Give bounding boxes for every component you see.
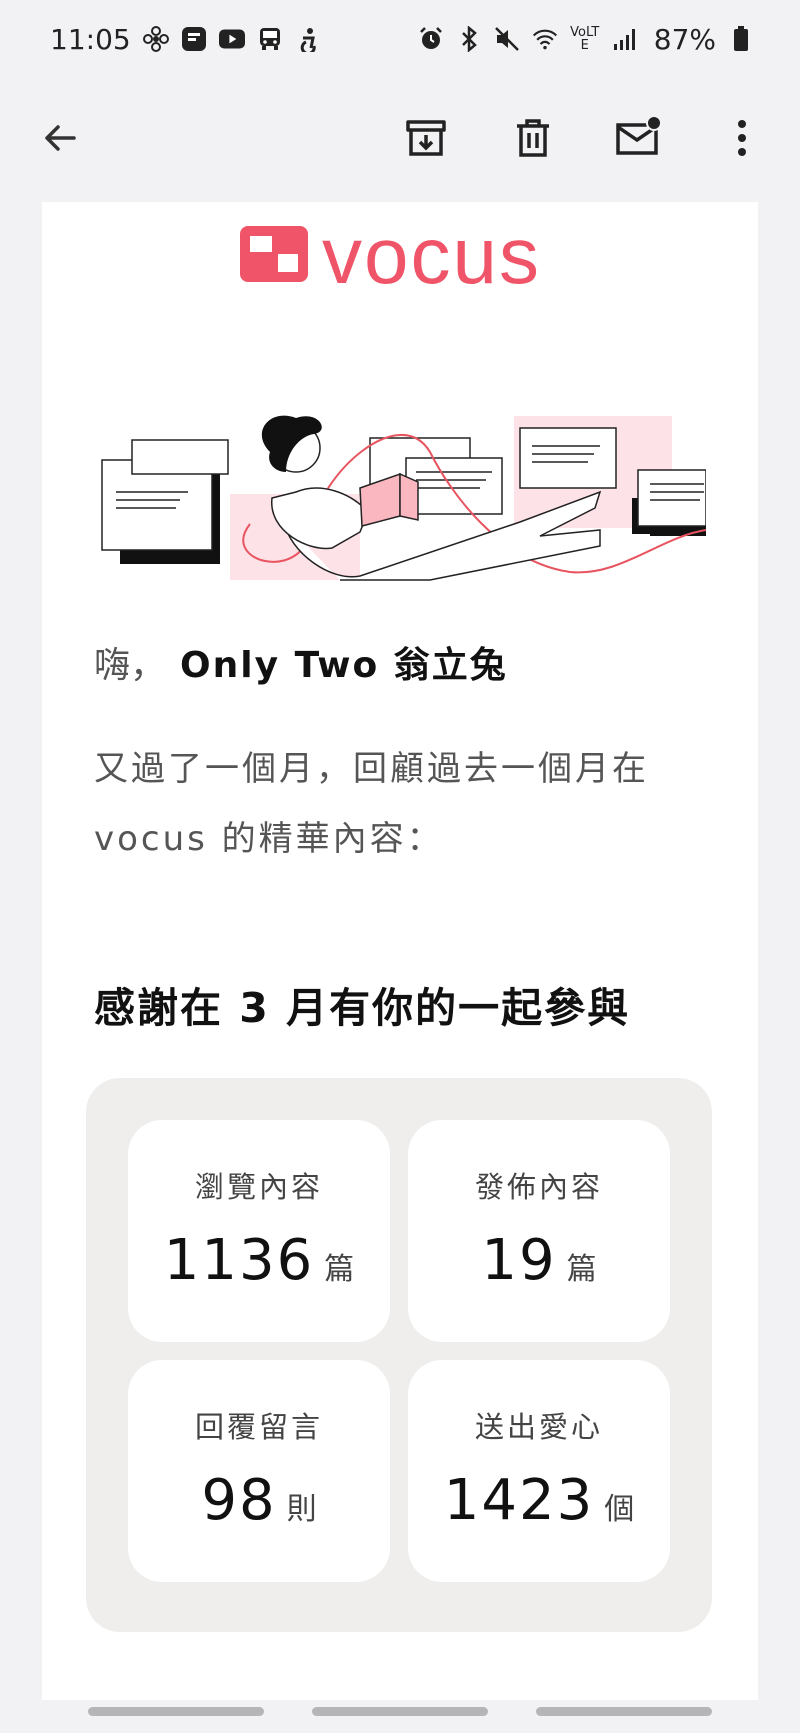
stat-unit: 篇 [324,1252,355,1287]
more-options-button[interactable] [710,108,774,172]
status-left: 11:05 [50,23,321,56]
stat-label: 回覆留言 [194,1410,323,1444]
delete-button[interactable] [501,108,565,172]
stat-card-views: 瀏覽內容 1136 篇 [128,1120,390,1342]
fan-icon [142,26,169,52]
stat-value: 1136 [163,1228,315,1293]
nav-recents-hint[interactable] [88,1707,264,1716]
stats-panel: 瀏覽內容 1136 篇 發佈內容 19 篇 回覆留言 98 則 送出愛心 1423 個 [86,1078,712,1632]
status-right: VoLTE 87% [418,23,754,56]
stat-label: 發佈內容 [474,1170,603,1204]
section-title: 感謝在 3 月有你的一起參與 [94,984,631,1032]
vocus-logo: vocus [240,216,541,296]
mark-unread-button[interactable] [607,108,671,172]
archive-icon [404,116,448,164]
greeting-prefix: 嗨， [94,645,167,686]
signal-icon [612,26,638,52]
vocus-logo-icon [240,226,308,286]
stat-value-row: 98 則 [128,1468,390,1533]
stat-value: 1423 [443,1468,595,1533]
more-vert-icon [736,118,748,162]
mark-unread-icon [615,115,663,164]
greeting: 嗨， Only Two 翁立兔 [94,636,508,688]
stat-value: 98 [201,1468,277,1533]
bluetooth-icon [456,26,482,52]
bus-icon [257,26,283,52]
stat-card-likes: 送出愛心 1423 個 [408,1360,670,1582]
archive-button[interactable] [394,108,458,172]
back-arrow-icon [40,118,80,162]
news-app-icon [181,26,207,52]
navigation-hint-bar [0,1707,800,1719]
accessibility-icon [295,26,321,52]
stat-unit: 個 [604,1492,635,1527]
nav-back-hint[interactable] [536,1707,712,1716]
stat-value-row: 1136 篇 [128,1228,390,1293]
wifi-icon [532,26,558,52]
volte-icon: VoLTE [570,25,600,53]
battery-icon [728,26,754,52]
stat-unit: 篇 [566,1252,597,1287]
youtube-icon [218,26,245,52]
stat-unit: 則 [286,1492,317,1527]
status-bar: 11:05 VoLTE 87% [0,0,800,78]
mute-icon [494,26,520,52]
stat-card-comments: 回覆留言 98 則 [128,1360,390,1582]
intro-text: 又過了一個月，回顧過去一個月在 vocus 的精華內容： [94,749,649,859]
stat-value-row: 19 篇 [408,1228,670,1293]
stat-label: 送出愛心 [474,1410,603,1444]
nav-home-hint[interactable] [312,1707,488,1716]
battery-percent: 87% [653,22,716,56]
stat-label: 瀏覽內容 [194,1170,323,1204]
recipient-name: Only Two 翁立兔 [180,645,508,686]
stat-value: 19 [481,1228,557,1293]
vocus-logo-text: vocus [322,211,541,300]
email-toolbar [0,78,800,202]
stat-value-row: 1423 個 [408,1468,670,1533]
hero-illustration [100,412,707,582]
email-body: vocus 嗨， Only Two 翁立兔 又過了一個月，回顧過去一個月在 vo… [42,202,758,1700]
status-time: 11:05 [50,22,131,56]
stat-card-posts: 發佈內容 19 篇 [408,1120,670,1342]
alarm-icon [418,26,444,52]
back-button[interactable] [28,108,92,172]
delete-icon [511,116,555,164]
